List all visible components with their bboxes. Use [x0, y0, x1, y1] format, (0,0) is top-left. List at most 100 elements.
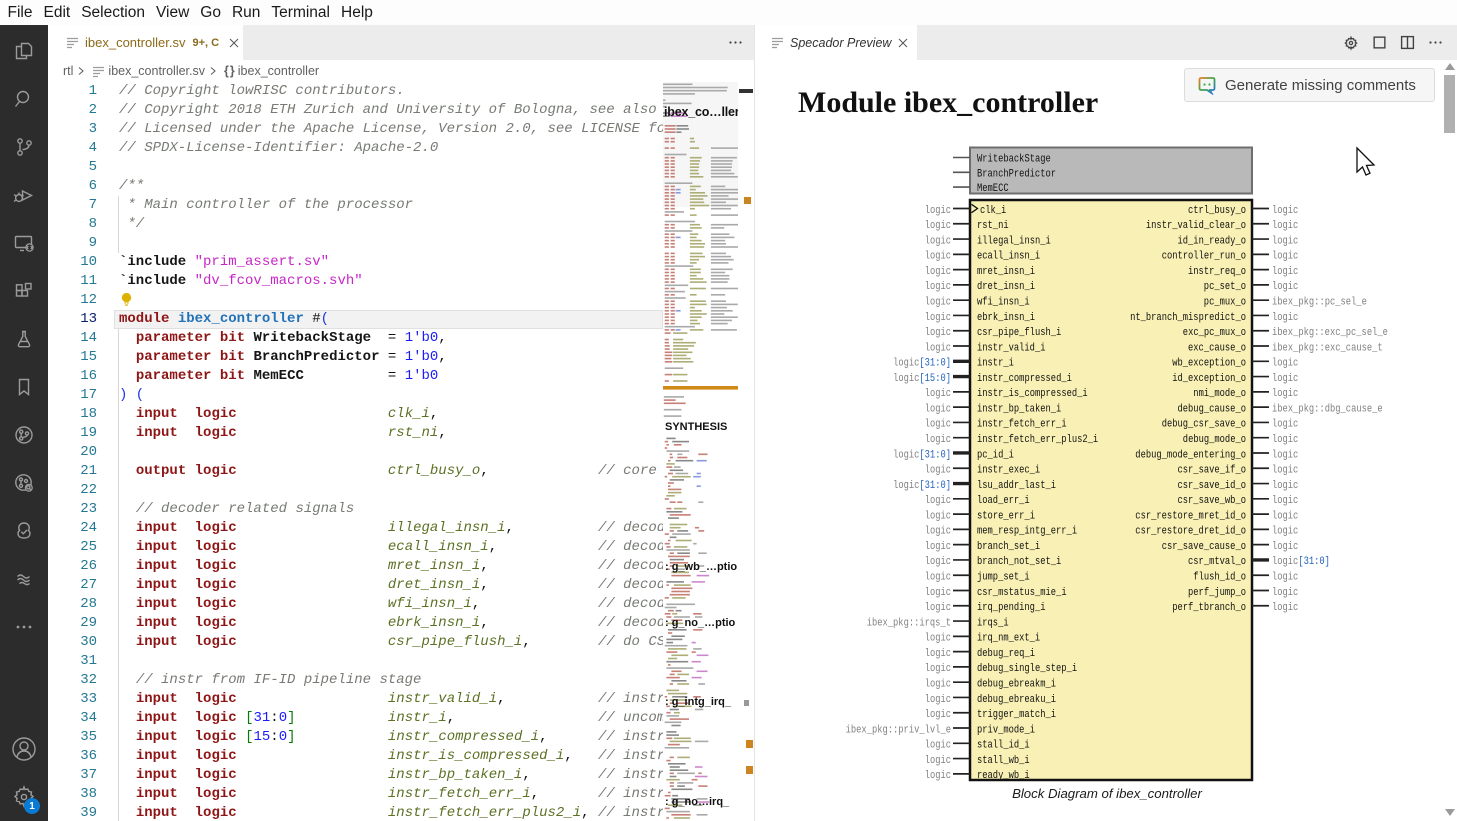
svg-text:logic: logic: [925, 740, 951, 752]
svg-text:logic: logic: [925, 465, 951, 477]
svg-text:logic: logic: [925, 251, 951, 263]
svg-text:Block Diagram of ibex_controll: Block Diagram of ibex_controller: [1012, 786, 1202, 801]
svg-text:stall_id_i: stall_id_i: [977, 740, 1030, 752]
svg-text:logic: logic: [925, 235, 951, 247]
svg-text:ibex_pkg::irqs_t: ibex_pkg::irqs_t: [867, 617, 951, 629]
svg-text:trigger_match_i: trigger_match_i: [977, 709, 1056, 721]
svg-text:MemECC: MemECC: [977, 183, 1009, 195]
svg-text:logic: logic: [925, 312, 951, 324]
svg-text:logic: logic: [925, 709, 951, 721]
svg-text:rst_ni: rst_ni: [977, 220, 1009, 232]
svg-text:csr_save_wb_o: csr_save_wb_o: [1178, 495, 1247, 507]
svg-text:logic: logic: [1272, 312, 1298, 324]
svg-text:csr_restore_mret_id_o: csr_restore_mret_id_o: [1135, 510, 1246, 522]
svg-text:logic: logic: [1272, 235, 1298, 247]
svg-text:ibex_pkg::priv_lvl_e: ibex_pkg::priv_lvl_e: [846, 724, 951, 736]
svg-text:ibex_pkg::dbg_cause_e: ibex_pkg::dbg_cause_e: [1272, 403, 1383, 415]
svg-text:nmi_mode_o: nmi_mode_o: [1193, 388, 1246, 400]
svg-text:ibex_pkg::exc_cause_t: ibex_pkg::exc_cause_t: [1272, 342, 1383, 354]
svg-text:logic: logic: [893, 480, 919, 492]
svg-text:logic: logic: [925, 205, 951, 217]
svg-text:logic: logic: [1272, 541, 1298, 553]
svg-text:logic: logic: [1272, 526, 1298, 538]
svg-text:logic: logic: [925, 526, 951, 538]
svg-text:pc_mux_o: pc_mux_o: [1204, 296, 1246, 308]
svg-text:controller_run_o: controller_run_o: [1162, 251, 1246, 263]
svg-text:flush_id_o: flush_id_o: [1193, 572, 1246, 584]
svg-text:branch_set_i: branch_set_i: [977, 541, 1041, 553]
svg-text:debug_single_step_i: debug_single_step_i: [977, 663, 1077, 675]
svg-text:logic: logic: [1272, 465, 1298, 477]
svg-text:priv_mode_i: priv_mode_i: [977, 724, 1035, 736]
svg-text:[31:0]: [31:0]: [1298, 556, 1330, 568]
svg-text:logic: logic: [1272, 388, 1298, 400]
svg-text:ready_wb_i: ready_wb_i: [977, 770, 1030, 782]
svg-text:instr_valid_clear_o: instr_valid_clear_o: [1146, 220, 1246, 232]
svg-text:debug_ebreaku_i: debug_ebreaku_i: [977, 694, 1056, 706]
svg-text:ecall_insn_i: ecall_insn_i: [977, 251, 1041, 263]
svg-text:dret_insn_i: dret_insn_i: [977, 281, 1035, 293]
svg-text:ctrl_busy_o: ctrl_busy_o: [1188, 205, 1246, 217]
svg-text:WritebackStage: WritebackStage: [977, 154, 1051, 166]
svg-text:logic: logic: [925, 541, 951, 553]
svg-text:logic: logic: [1272, 602, 1298, 614]
svg-text:pc_id_i: pc_id_i: [977, 449, 1014, 461]
svg-text:ebrk_insn_i: ebrk_insn_i: [977, 312, 1035, 324]
svg-text:instr_fetch_err_i: instr_fetch_err_i: [977, 419, 1067, 431]
svg-text:logic: logic: [925, 495, 951, 507]
svg-text:instr_compressed_i: instr_compressed_i: [977, 373, 1072, 385]
svg-text:logic: logic: [925, 678, 951, 690]
svg-text:logic: logic: [925, 434, 951, 446]
svg-text:BranchPredictor: BranchPredictor: [977, 168, 1056, 180]
svg-text:store_err_i: store_err_i: [977, 510, 1035, 522]
svg-text:instr_exec_i: instr_exec_i: [977, 465, 1041, 477]
svg-text:logic: logic: [925, 556, 951, 568]
svg-text:logic: logic: [925, 281, 951, 293]
svg-text:clk_i: clk_i: [980, 205, 1007, 217]
svg-text:stall_wb_i: stall_wb_i: [977, 755, 1030, 767]
svg-text:logic: logic: [1272, 480, 1298, 492]
svg-text:logic: logic: [1272, 449, 1298, 461]
svg-text:logic: logic: [925, 327, 951, 339]
svg-text:irq_pending_i: irq_pending_i: [977, 602, 1046, 614]
svg-text:logic: logic: [1272, 556, 1298, 568]
svg-text:logic: logic: [1272, 572, 1298, 584]
svg-text:logic: logic: [1272, 358, 1298, 370]
svg-text:mem_resp_intg_err_i: mem_resp_intg_err_i: [977, 526, 1077, 538]
svg-text:branch_not_set_i: branch_not_set_i: [977, 556, 1062, 568]
svg-text:ibex_pkg::exc_pc_sel_e: ibex_pkg::exc_pc_sel_e: [1272, 327, 1388, 339]
svg-text:logic: logic: [1272, 373, 1298, 385]
svg-text:instr_fetch_err_plus2_i: instr_fetch_err_plus2_i: [977, 434, 1099, 446]
svg-text:logic: logic: [925, 648, 951, 660]
svg-text:debug_req_i: debug_req_i: [977, 648, 1035, 660]
svg-text:logic: logic: [1272, 419, 1298, 431]
svg-text:logic: logic: [1272, 205, 1298, 217]
svg-text:lsu_addr_last_i: lsu_addr_last_i: [977, 480, 1056, 492]
svg-text:logic: logic: [925, 419, 951, 431]
svg-text:exc_pc_mux_o: exc_pc_mux_o: [1183, 327, 1246, 339]
svg-text:load_err_i: load_err_i: [977, 495, 1030, 507]
svg-text:debug_ebreakm_i: debug_ebreakm_i: [977, 678, 1056, 690]
svg-text:logic: logic: [925, 220, 951, 232]
svg-text:csr_restore_dret_id_o: csr_restore_dret_id_o: [1135, 526, 1246, 538]
svg-text:id_in_ready_o: id_in_ready_o: [1178, 235, 1247, 247]
svg-text:logic: logic: [893, 449, 919, 461]
svg-text:logic: logic: [893, 373, 919, 385]
svg-text:csr_save_id_o: csr_save_id_o: [1178, 480, 1247, 492]
svg-text:[31:0]: [31:0]: [919, 480, 951, 492]
svg-text:[15:0]: [15:0]: [919, 373, 951, 385]
svg-text:illegal_insn_i: illegal_insn_i: [977, 235, 1051, 247]
svg-text:logic: logic: [925, 694, 951, 706]
svg-text:logic: logic: [925, 266, 951, 278]
svg-text:csr_save_cause_o: csr_save_cause_o: [1162, 541, 1246, 553]
svg-text:logic: logic: [1272, 587, 1298, 599]
svg-text:logic: logic: [1272, 281, 1298, 293]
svg-text:pc_set_o: pc_set_o: [1204, 281, 1246, 293]
svg-text:instr_i: instr_i: [977, 358, 1014, 370]
svg-text:csr_save_if_o: csr_save_if_o: [1178, 465, 1247, 477]
svg-text:csr_mstatus_mie_i: csr_mstatus_mie_i: [977, 587, 1067, 599]
svg-text:debug_mode_entering_o: debug_mode_entering_o: [1135, 449, 1246, 461]
svg-text:mret_insn_i: mret_insn_i: [977, 266, 1035, 278]
svg-text:logic: logic: [925, 587, 951, 599]
svg-text:logic: logic: [925, 342, 951, 354]
